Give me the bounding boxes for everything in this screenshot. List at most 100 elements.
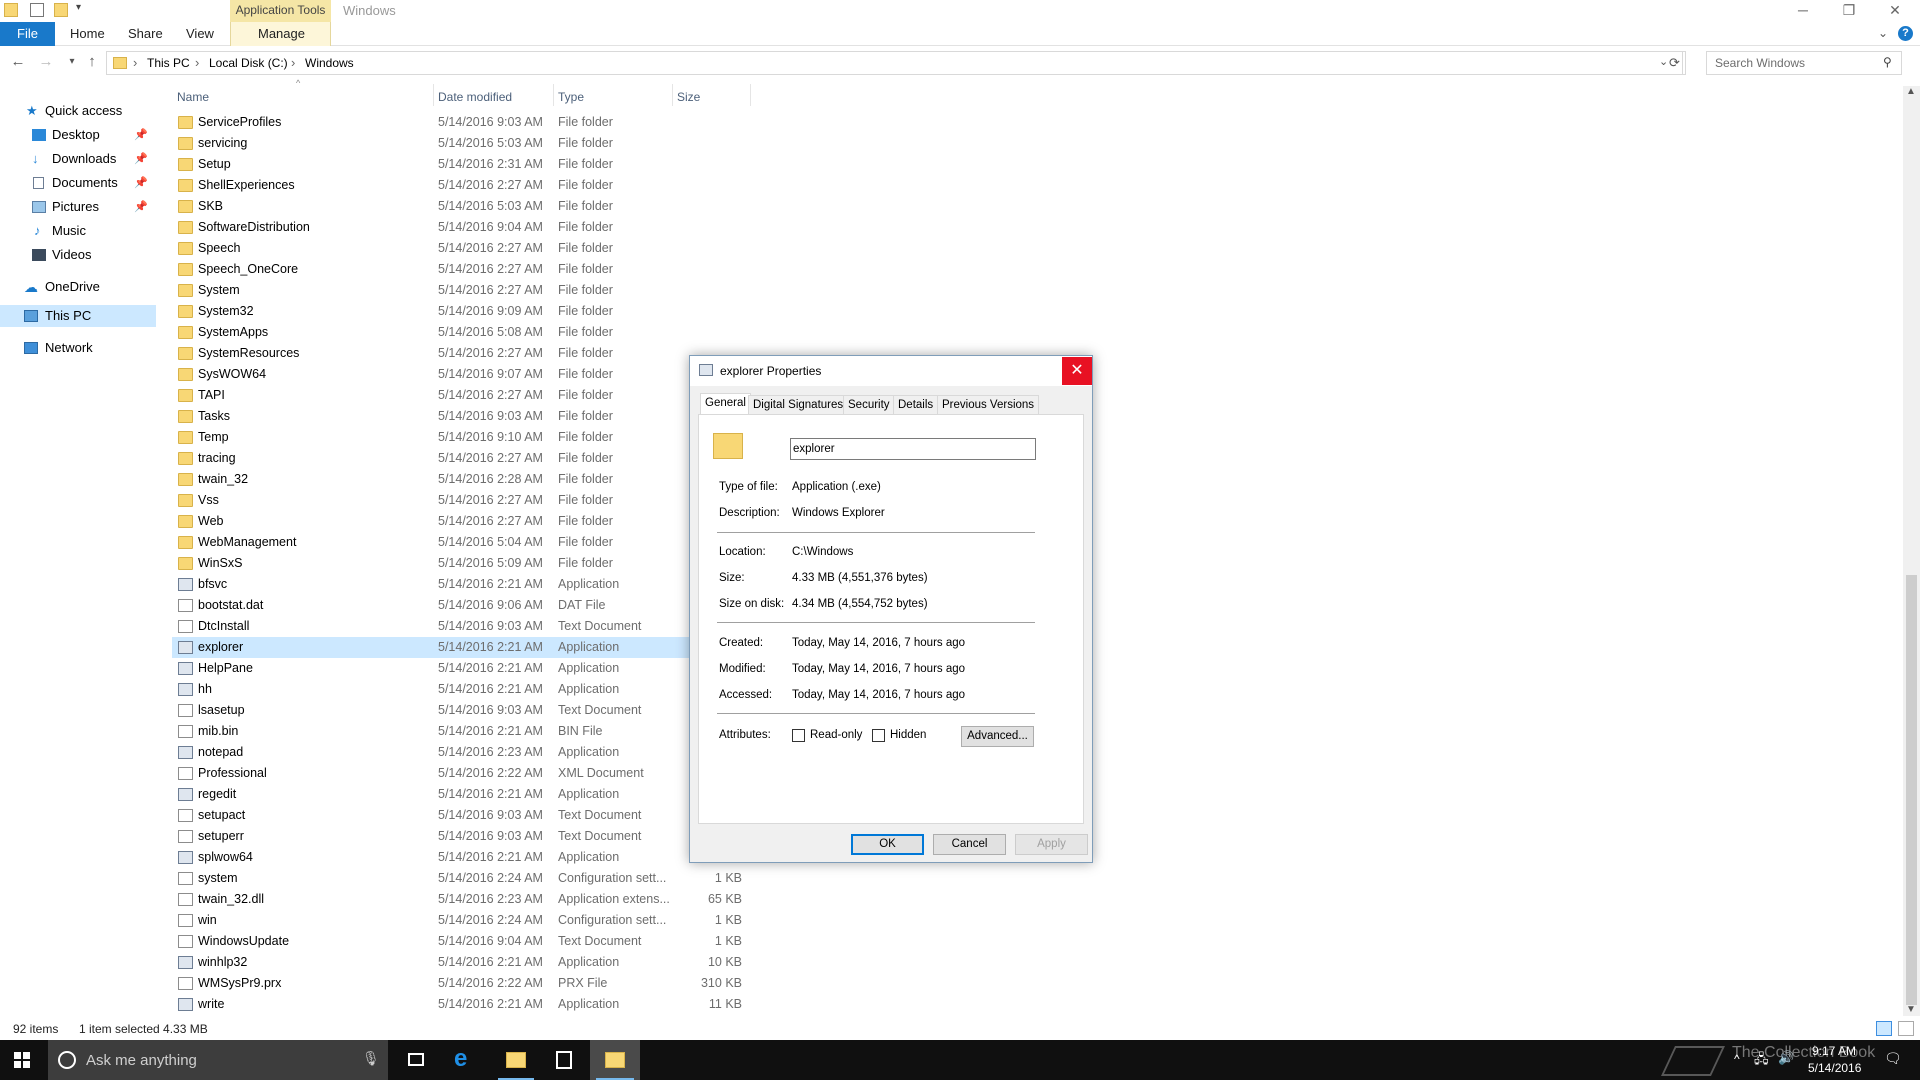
recent-locations-icon[interactable]: ▾ (62, 52, 82, 72)
breadcrumb-local-disk[interactable]: Local Disk (C:) (209, 56, 288, 70)
table-row[interactable]: hh 5/14/2016 2:21 AM Application (172, 679, 752, 700)
scrollbar-thumb[interactable] (1906, 575, 1917, 1005)
table-row[interactable]: SystemResources 5/14/2016 2:27 AM File fol… (172, 343, 752, 364)
table-row[interactable]: WMSysPr9.prx 5/14/2016 2:22 AM PRX File 310… (172, 973, 752, 994)
details-view-icon[interactable] (1876, 1021, 1892, 1036)
table-row[interactable]: bfsvc 5/14/2016 2:21 AM Application (172, 574, 752, 595)
sidebar-item-downloads[interactable]: ↓ Downloads 📌 (0, 148, 156, 170)
table-row[interactable]: system 5/14/2016 2:24 AM Configuration set… (172, 868, 752, 889)
table-row[interactable]: twain_32.dll 5/14/2016 2:23 AM Application… (172, 889, 752, 910)
new-folder-icon[interactable] (54, 3, 68, 17)
dialog-close-button[interactable]: ✕ (1062, 357, 1092, 385)
search-box[interactable]: ⚲ (1706, 51, 1902, 75)
sidebar-item-pictures[interactable]: Pictures 📌 (0, 196, 156, 218)
address-bar[interactable]: › This PC › Local Disk (C:) › Windows ⌄ (106, 51, 1683, 75)
clock-time[interactable]: 9:17 AM (1812, 1044, 1856, 1058)
read-only-checkbox[interactable] (792, 729, 805, 742)
table-row[interactable]: Speech 5/14/2016 2:27 AM File folder (172, 238, 752, 259)
clock-date[interactable]: 5/14/2016 (1808, 1061, 1861, 1075)
tab-details[interactable]: Details (893, 395, 939, 414)
table-row[interactable]: notepad 5/14/2016 2:23 AM Application (172, 742, 752, 763)
hidden-checkbox[interactable] (872, 729, 885, 742)
network-tray-icon[interactable]: 🖧 (1754, 1050, 1769, 1072)
tab-general[interactable]: General (700, 393, 751, 415)
table-row[interactable]: lsasetup 5/14/2016 9:03 AM Text Document (172, 700, 752, 721)
column-header-size[interactable]: Size (677, 86, 700, 108)
forward-button[interactable]: → (36, 52, 56, 72)
sidebar-item-this-pc[interactable]: This PC (0, 305, 156, 327)
sidebar-item-network[interactable]: Network (0, 337, 156, 359)
table-row[interactable]: ServiceProfiles 5/14/2016 9:03 AM File fol… (172, 112, 752, 133)
column-divider[interactable] (750, 84, 751, 106)
table-row[interactable]: SoftwareDistribution 5/14/2016 9:04 AM Fil… (172, 217, 752, 238)
pin-icon[interactable]: 📌 (134, 148, 148, 170)
table-row[interactable]: servicing 5/14/2016 5:03 AM File folder (172, 133, 752, 154)
task-view-button[interactable] (392, 1040, 440, 1080)
table-row[interactable]: WinSxS 5/14/2016 5:09 AM File folder (172, 553, 752, 574)
table-row[interactable]: Vss 5/14/2016 2:27 AM File folder (172, 490, 752, 511)
microphone-icon[interactable]: 🎙 (362, 1050, 380, 1067)
table-row[interactable]: WebManagement 5/14/2016 5:04 AM File folde… (172, 532, 752, 553)
table-row[interactable]: mib.bin 5/14/2016 2:21 AM BIN File (172, 721, 752, 742)
table-row[interactable]: System32 5/14/2016 9:09 AM File folder (172, 301, 752, 322)
table-row[interactable]: SysWOW64 5/14/2016 9:07 AM File folder (172, 364, 752, 385)
windows-start-icon[interactable] (14, 1052, 30, 1068)
sidebar-item-videos[interactable]: Videos (0, 244, 156, 266)
cancel-button[interactable]: Cancel (933, 834, 1006, 855)
properties-icon[interactable] (30, 3, 44, 17)
table-row[interactable]: ShellExperiences 5/14/2016 2:27 AM File fo… (172, 175, 752, 196)
table-row[interactable]: DtcInstall 5/14/2016 9:03 AM Text Document (172, 616, 752, 637)
refresh-button[interactable]: ⟳ (1664, 51, 1686, 75)
taskbar-file-explorer[interactable] (492, 1040, 540, 1080)
tab-view[interactable]: View (186, 22, 214, 46)
column-divider[interactable] (672, 84, 673, 106)
tab-manage[interactable]: Manage (258, 22, 305, 46)
table-row[interactable]: splwow64 5/14/2016 2:21 AM Application (172, 847, 752, 868)
hidden-label[interactable]: Hidden (890, 729, 926, 741)
table-row[interactable]: win 5/14/2016 2:24 AM Configuration sett..… (172, 910, 752, 931)
read-only-label[interactable]: Read-only (810, 729, 862, 741)
table-row[interactable]: regedit 5/14/2016 2:21 AM Application (172, 784, 752, 805)
column-divider[interactable] (553, 84, 554, 106)
back-button[interactable]: ← (8, 52, 28, 72)
file-name-field[interactable] (790, 438, 1036, 460)
sidebar-item-documents[interactable]: Documents 📌 (0, 172, 156, 194)
ribbon-expand-icon[interactable]: ⌄ (1878, 26, 1888, 40)
qat-dropdown-icon[interactable]: ▾ (76, 2, 81, 13)
scroll-down-icon[interactable]: ▼ (1906, 1004, 1916, 1015)
advanced-button[interactable]: Advanced... (961, 726, 1034, 747)
action-center-icon[interactable]: 🗨 (1884, 1050, 1902, 1067)
breadcrumb-windows[interactable]: Windows (305, 56, 354, 70)
table-row[interactable]: Speech_OneCore 5/14/2016 2:27 AM File fold… (172, 259, 752, 280)
pin-icon[interactable]: 📌 (134, 172, 148, 194)
tab-home[interactable]: Home (70, 22, 105, 46)
tab-previous-versions[interactable]: Previous Versions (937, 395, 1040, 414)
pin-icon[interactable]: 📌 (134, 196, 148, 218)
table-row[interactable]: twain_32 5/14/2016 2:28 AM File folder (172, 469, 752, 490)
table-row[interactable]: setupact 5/14/2016 9:03 AM Text Document (172, 805, 752, 826)
sidebar-item-desktop[interactable]: Desktop 📌 (0, 124, 156, 146)
table-row[interactable]: Setup 5/14/2016 2:31 AM File folder (172, 154, 752, 175)
cortana-search-box[interactable]: 🎙 (48, 1040, 388, 1080)
table-row[interactable]: SystemApps 5/14/2016 5:08 AM File folder (172, 322, 752, 343)
close-button[interactable]: ✕ (1872, 0, 1918, 22)
table-row[interactable]: winhlp32 5/14/2016 2:21 AM Application 10 K… (172, 952, 752, 973)
restore-button[interactable]: ❐ (1826, 0, 1872, 22)
taskbar-store[interactable] (540, 1040, 588, 1080)
sidebar-item-music[interactable]: ♪ Music (0, 220, 156, 242)
table-row[interactable]: Temp 5/14/2016 9:10 AM File folder (172, 427, 752, 448)
table-row[interactable]: Professional 5/14/2016 2:22 AM XML Documen… (172, 763, 752, 784)
tab-security[interactable]: Security (843, 395, 895, 414)
table-row[interactable]: explorer 5/14/2016 2:21 AM Application (172, 637, 752, 658)
table-row[interactable]: HelpPane 5/14/2016 2:21 AM Application (172, 658, 752, 679)
table-row[interactable]: tracing 5/14/2016 2:27 AM File folder (172, 448, 752, 469)
breadcrumb-this-pc[interactable]: This PC (147, 56, 190, 70)
table-row[interactable]: bootstat.dat 5/14/2016 9:06 AM DAT File (172, 595, 752, 616)
up-button[interactable]: ↑ (82, 52, 102, 72)
cortana-search-input[interactable] (84, 1049, 344, 1071)
tab-file[interactable]: File (0, 22, 55, 46)
show-hidden-icons[interactable]: ^ (1734, 1052, 1740, 1066)
column-header-name[interactable]: Name (177, 86, 209, 108)
taskbar-file-explorer-properties[interactable] (590, 1040, 640, 1080)
ok-button[interactable]: OK (851, 834, 924, 855)
